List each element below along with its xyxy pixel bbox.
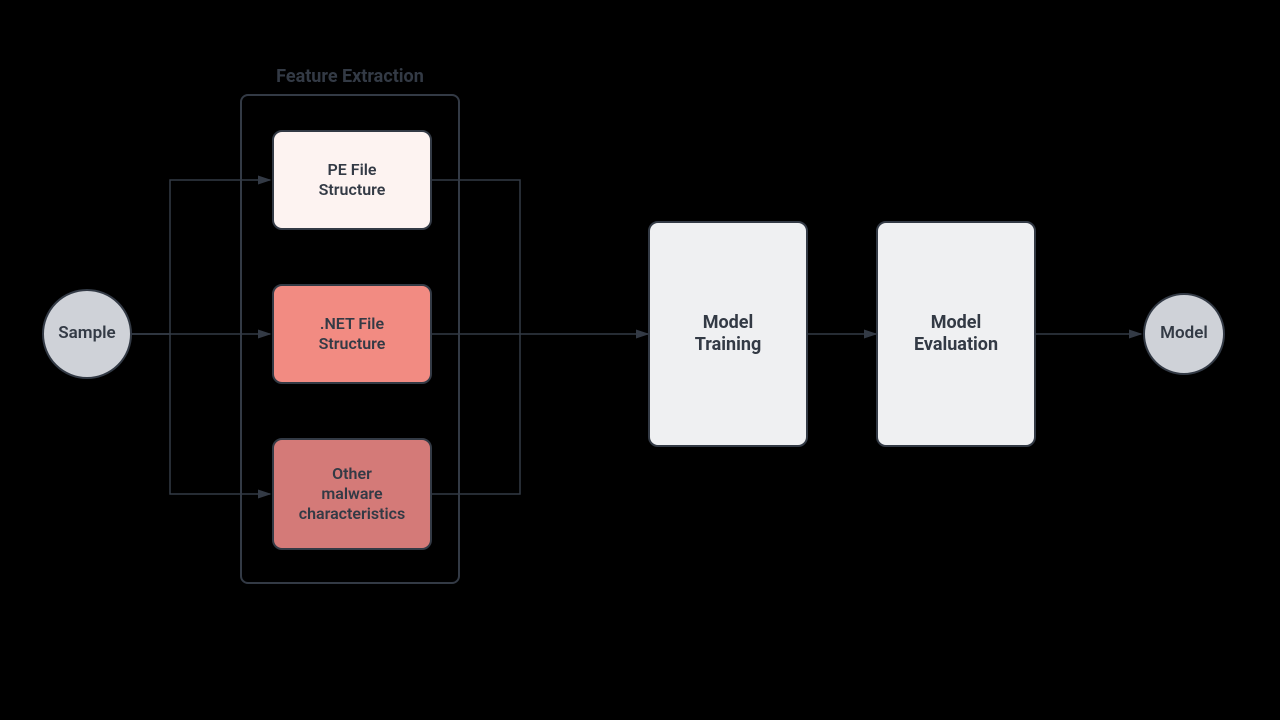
model-evaluation-label: Model Evaluation — [914, 312, 998, 357]
diagram-canvas: { "nodes": { "sample": "Sample", "model"… — [0, 0, 1280, 720]
node-model-label: Model — [1160, 323, 1208, 344]
model-training-label: Model Training — [695, 312, 761, 357]
node-model: Model — [1143, 293, 1225, 375]
pe-file-label: PE File Structure — [319, 160, 386, 200]
node-pe-file-structure: PE File Structure — [272, 130, 432, 230]
node-net-file-structure: .NET File Structure — [272, 284, 432, 384]
node-sample: Sample — [42, 289, 132, 379]
feature-extraction-title: Feature Extraction — [242, 66, 458, 89]
node-sample-label: Sample — [58, 323, 115, 344]
other-malware-label: Other malware characteristics — [299, 464, 406, 524]
node-model-evaluation: Model Evaluation — [876, 221, 1036, 447]
net-file-label: .NET File Structure — [319, 314, 386, 354]
connectors — [0, 0, 1280, 720]
node-model-training: Model Training — [648, 221, 808, 447]
node-other-malware: Other malware characteristics — [272, 438, 432, 550]
